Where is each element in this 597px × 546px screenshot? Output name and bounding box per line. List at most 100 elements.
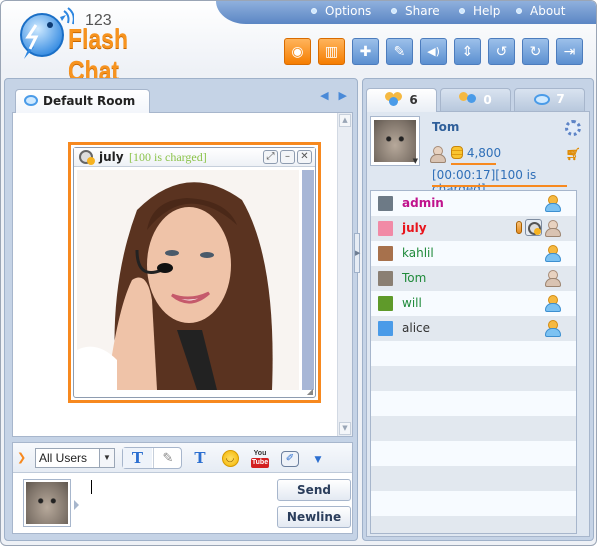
webcam-icon: ◉ [291, 43, 304, 60]
menu-about-label: About [530, 4, 566, 18]
draw-mode-button[interactable]: ✎ [153, 448, 182, 468]
empty-row [371, 516, 576, 533]
empty-row [371, 366, 576, 391]
user-list-item[interactable]: will [371, 291, 576, 316]
chat-panel: Default Room ◀ ▶ july [100 is charged] ⤢ … [4, 78, 358, 541]
credits-underline [451, 163, 496, 165]
speaker-icon: ◀) [427, 45, 440, 58]
expand-arrow-icon[interactable]: ❯ [17, 451, 26, 464]
scroll-down-icon[interactable]: ▼ [339, 422, 351, 435]
video-window-frame: july [100 is charged] ⤢ – ✕ ◢ [68, 142, 321, 403]
video-feed [77, 170, 299, 390]
more-options-button[interactable]: ▼ [307, 447, 329, 469]
pencil-icon: ✎ [162, 451, 174, 466]
video-window[interactable]: july [100 is charged] ⤢ – ✕ ◢ [73, 147, 316, 398]
resize-grip-icon[interactable]: ◢ [307, 387, 313, 396]
user-list-item[interactable]: kahlil [371, 241, 576, 266]
room-tab-arrows: ◀ ▶ [310, 89, 347, 102]
user-avatar [378, 196, 393, 211]
sketch-button[interactable]: ✐ [279, 447, 301, 469]
youtube-button[interactable]: You Tube [249, 447, 271, 469]
tab-users[interactable]: 6 [366, 88, 437, 112]
video-window-header[interactable]: july [100 is charged] ⤢ – ✕ [74, 148, 315, 167]
microphone-icon[interactable] [516, 221, 522, 234]
emoticon-button[interactable]: ◡ [219, 447, 241, 469]
profile-avatar[interactable]: ▼ [370, 116, 420, 166]
tab-prev-icon[interactable]: ◀ [320, 89, 328, 102]
chevron-down-icon: ▼ [314, 455, 322, 465]
message-input[interactable] [88, 477, 268, 529]
menu-options[interactable]: Options [311, 4, 371, 18]
tab-next-icon[interactable]: ▶ [339, 89, 347, 102]
user-list-item[interactable]: alice [371, 316, 576, 341]
user-list-item[interactable]: july [371, 216, 576, 241]
webcam-icon[interactable] [525, 219, 542, 236]
bullet-icon [391, 8, 397, 14]
whiteboard-button[interactable]: ✎ [386, 38, 413, 65]
font-style-button[interactable]: T [189, 447, 211, 469]
guest-role-icon [545, 220, 561, 237]
user-avatar [378, 271, 393, 286]
newline-button[interactable]: Newline [277, 506, 351, 528]
bullet-icon [516, 8, 522, 14]
empty-row [371, 466, 576, 491]
popout-button[interactable]: ⤢ [263, 150, 278, 164]
resize-button[interactable]: ⇕ [454, 38, 481, 65]
users-panel: ▼ Tom 4,800 🛒︎ [00:00:17][100 is charged… [366, 111, 590, 537]
tab-default-room[interactable]: Default Room [15, 89, 150, 113]
vertical-splitter[interactable]: ▶ [354, 233, 360, 273]
empty-row [371, 416, 576, 441]
top-menu: Options Share Help About [216, 1, 596, 24]
shopping-cart-icon[interactable]: 🛒︎ [566, 147, 581, 161]
menu-options-label: Options [325, 4, 372, 18]
user-role-icon [545, 195, 561, 212]
tab-messages[interactable]: 7 [514, 88, 585, 111]
recipient-select[interactable]: All Users ▼ [35, 448, 115, 468]
credits-value: 4,800 [466, 146, 502, 160]
dropdown-arrow-icon[interactable]: ▼ [99, 449, 114, 467]
chat-bubble-icon [534, 94, 551, 105]
gift-button[interactable]: ▥ [318, 38, 345, 65]
text-mode-button[interactable]: T [123, 448, 152, 468]
chat-scrollbar[interactable]: ▲ ▼ [337, 113, 352, 436]
users-group-icon [385, 92, 403, 106]
minimize-button[interactable]: – [280, 150, 295, 164]
user-list: admin july kahlil Tom will alice [370, 190, 577, 534]
avatar-image [26, 482, 68, 524]
video-scrollbar[interactable] [302, 170, 314, 390]
chat-bubble-icon [24, 95, 38, 106]
menu-help[interactable]: Help [459, 4, 500, 18]
gift-icon: ▥ [324, 43, 339, 60]
history-icon: ↺ [495, 43, 508, 60]
send-button[interactable]: Send [277, 479, 351, 501]
user-avatar [378, 321, 393, 336]
menu-share[interactable]: Share [391, 4, 440, 18]
sound-button[interactable]: ◀) [420, 38, 447, 65]
empty-row [371, 341, 576, 366]
gear-icon[interactable] [565, 120, 581, 136]
scroll-up-icon[interactable]: ▲ [339, 114, 351, 127]
credits-link[interactable]: 4,800 [451, 146, 501, 160]
messages-count: 7 [556, 92, 565, 106]
font-icon: T [194, 449, 206, 467]
close-button[interactable]: ✕ [297, 150, 312, 164]
user-list-item[interactable]: admin [371, 191, 576, 216]
webcam-button[interactable]: ◉ [284, 38, 311, 65]
edit-board-icon: ✎ [393, 43, 406, 60]
avatar-pointer-icon [74, 500, 79, 510]
user-name: Tom [402, 271, 427, 285]
logout-button[interactable]: ⇥ [556, 38, 583, 65]
user-name: alice [402, 321, 431, 335]
user-name: will [402, 296, 422, 310]
my-avatar[interactable] [23, 479, 71, 527]
menu-about[interactable]: About [516, 4, 565, 18]
user-role-icon [545, 320, 561, 337]
video-charge-text: [100 is charged] [129, 150, 207, 164]
history-button[interactable]: ↺ [488, 38, 515, 65]
refresh-button[interactable]: ↻ [522, 38, 549, 65]
format-toolbar: ❯ All Users ▼ T ✎ T ◡ You Tube ✐ ▼ [13, 443, 352, 473]
games-button[interactable]: ✚ [352, 38, 379, 65]
user-list-item[interactable]: Tom [371, 266, 576, 291]
tab-friends[interactable]: 0 [440, 88, 511, 111]
status-person-icon[interactable] [430, 146, 446, 163]
